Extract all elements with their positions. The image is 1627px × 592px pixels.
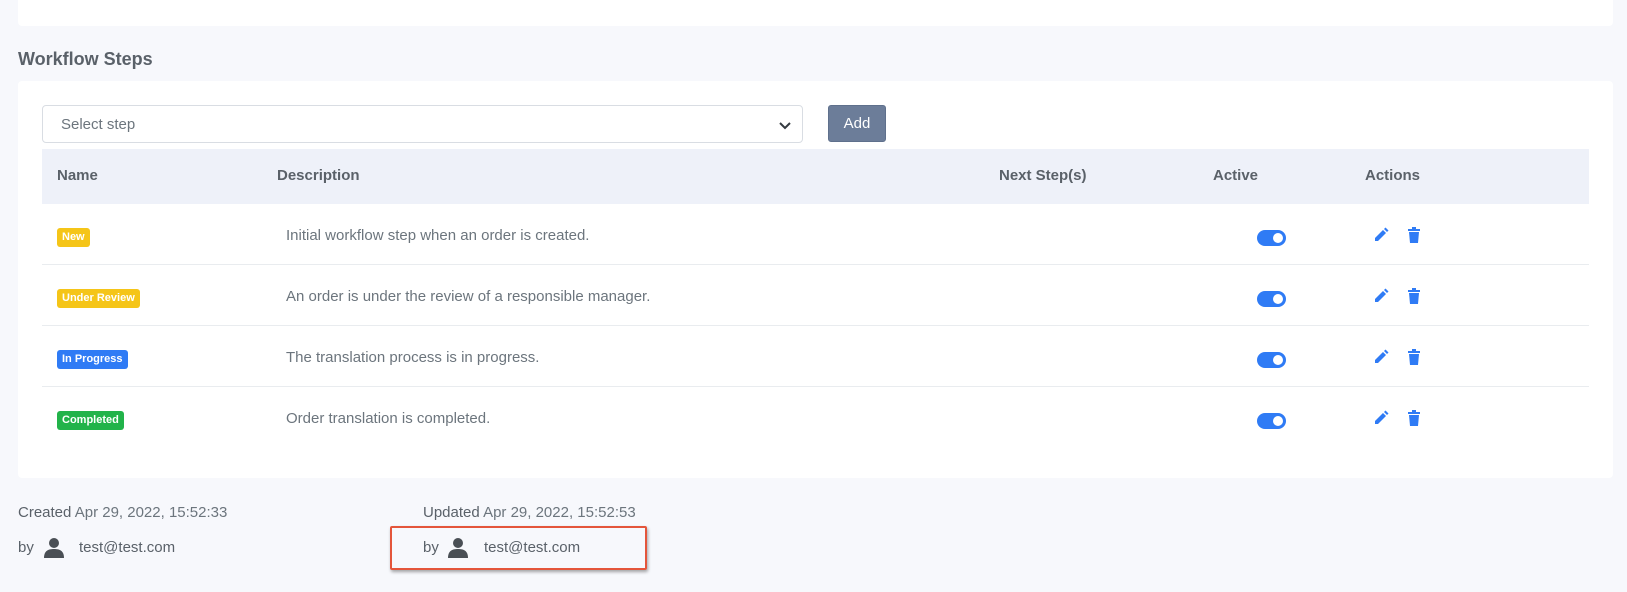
created-info: Created Apr 29, 2022, 15:52:33 xyxy=(18,504,227,521)
created-by-label: by xyxy=(18,539,34,556)
toggle-knob xyxy=(1273,294,1283,304)
user-icon xyxy=(44,538,64,558)
toggle-knob xyxy=(1273,355,1283,365)
pencil-icon[interactable] xyxy=(1372,226,1390,244)
pencil-icon[interactable] xyxy=(1372,409,1390,427)
status-badge-new: New xyxy=(57,228,90,247)
active-toggle[interactable] xyxy=(1257,291,1286,307)
step-description: Order translation is completed. xyxy=(286,410,491,427)
table-row: In Progress The translation process is i… xyxy=(42,326,1589,387)
created-label: Created xyxy=(18,504,72,521)
status-badge-completed: Completed xyxy=(57,411,124,430)
active-toggle[interactable] xyxy=(1257,230,1286,246)
table-header: Name Description Next Step(s) Active Act… xyxy=(42,149,1589,204)
column-header-next-steps: Next Step(s) xyxy=(999,167,1087,184)
updated-label: Updated xyxy=(423,504,480,521)
section-title: Workflow Steps xyxy=(18,49,153,69)
column-header-actions: Actions xyxy=(1365,167,1421,184)
trash-icon[interactable] xyxy=(1405,226,1423,244)
created-timestamp: Apr 29, 2022, 15:52:33 xyxy=(74,504,228,521)
status-badge-in-progress: In Progress xyxy=(57,350,128,369)
highlight-box xyxy=(390,526,647,570)
trash-icon[interactable] xyxy=(1405,287,1423,305)
top-card xyxy=(18,0,1613,26)
created-by-user: test@test.com xyxy=(79,539,176,556)
toggle-knob xyxy=(1273,233,1283,243)
toggle-knob xyxy=(1273,416,1283,426)
step-description: The translation process is in progress. xyxy=(286,349,540,366)
updated-info: Updated Apr 29, 2022, 15:52:53 xyxy=(423,504,636,521)
step-description: Initial workflow step when an order is c… xyxy=(286,227,590,244)
table-row: Completed Order translation is completed… xyxy=(42,387,1589,448)
active-toggle[interactable] xyxy=(1257,352,1286,368)
pencil-icon[interactable] xyxy=(1372,287,1390,305)
trash-icon[interactable] xyxy=(1405,409,1423,427)
table-row: New Initial workflow step when an order … xyxy=(42,204,1589,265)
status-badge-under-review: Under Review xyxy=(57,289,140,308)
column-header-active: Active xyxy=(1213,167,1259,184)
select-step-dropdown[interactable]: Select step xyxy=(42,105,803,143)
table-row: Under Review An order is under the revie… xyxy=(42,265,1589,326)
select-step-placeholder: Select step xyxy=(61,116,136,133)
column-header-name: Name xyxy=(57,167,98,184)
updated-timestamp: Apr 29, 2022, 15:52:53 xyxy=(483,504,636,521)
pencil-icon[interactable] xyxy=(1372,348,1390,366)
active-toggle[interactable] xyxy=(1257,413,1286,429)
trash-icon[interactable] xyxy=(1405,348,1423,366)
add-button[interactable]: Add xyxy=(828,105,886,142)
step-description: An order is under the review of a respon… xyxy=(286,288,651,305)
column-header-description: Description xyxy=(277,167,360,184)
workflow-steps-card: Select step Add Name Description Next St… xyxy=(18,81,1613,478)
chevron-down-icon xyxy=(779,122,791,130)
